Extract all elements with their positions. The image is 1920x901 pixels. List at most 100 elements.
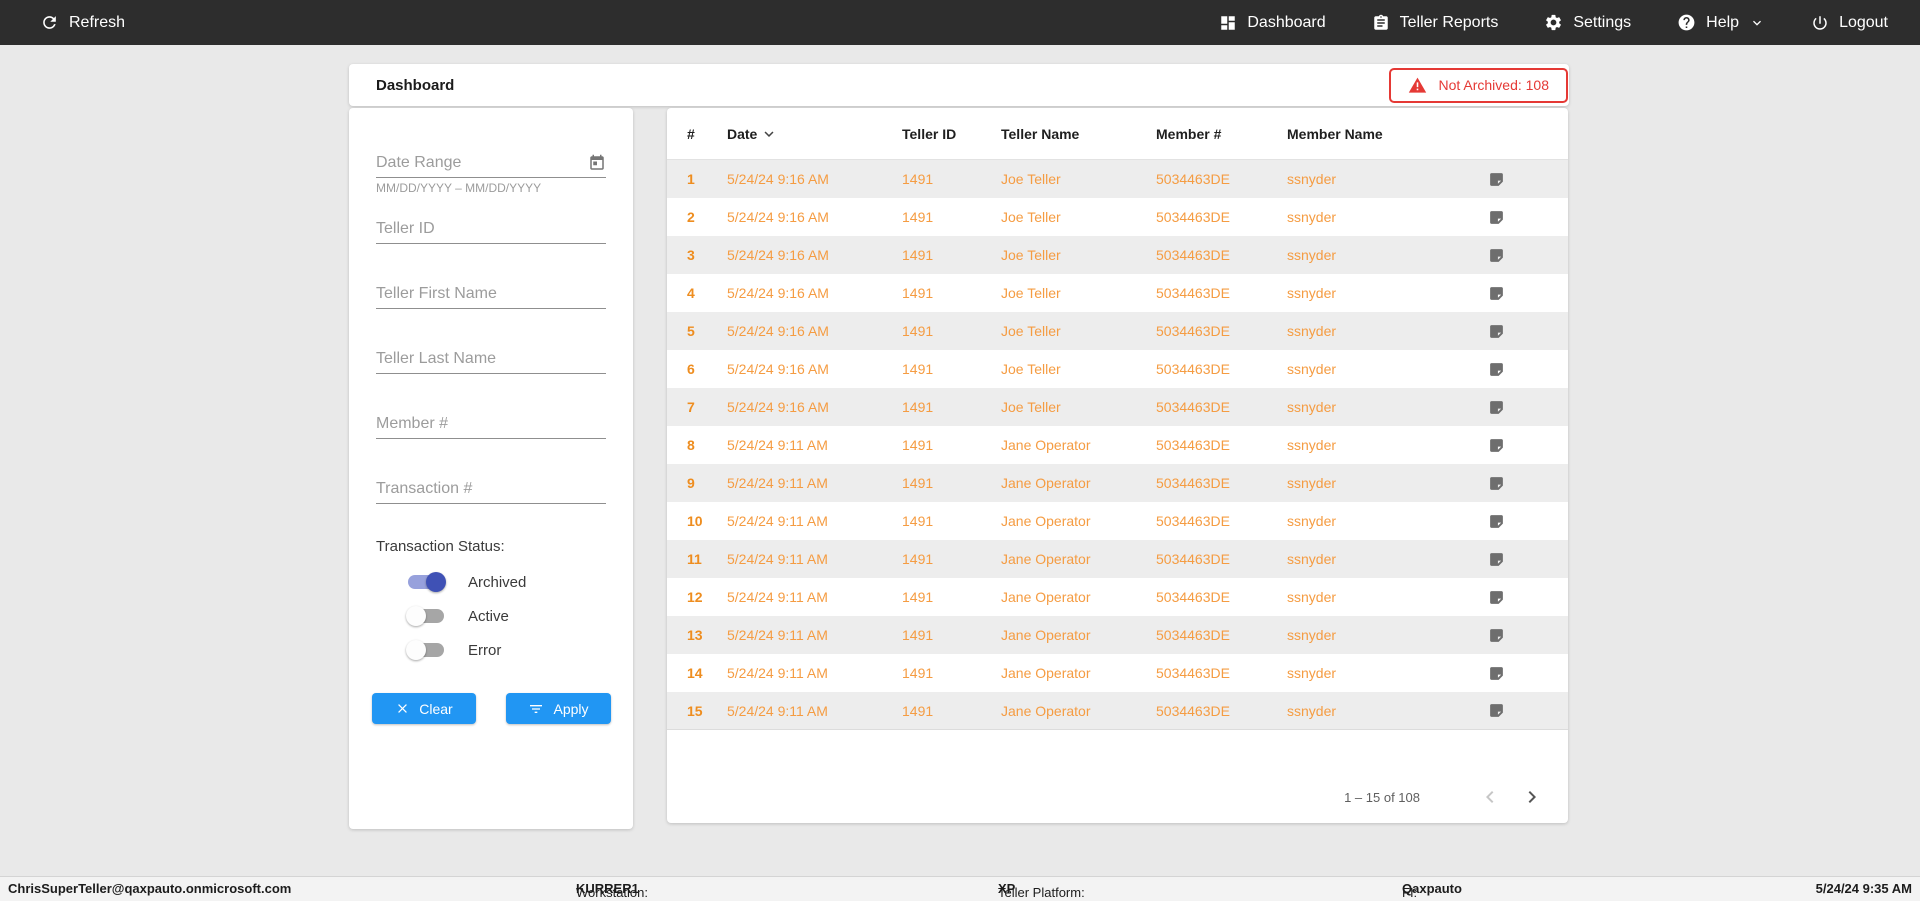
teller-name-cell: Jane Operator: [1001, 627, 1091, 643]
page-title: Dashboard: [376, 76, 455, 94]
date-cell: 5/24/24 9:16 AM: [727, 361, 829, 377]
date-range-input[interactable]: [376, 148, 606, 177]
table-row[interactable]: 11 5/24/24 9:11 AM 1491 Jane Operator 50…: [667, 540, 1568, 578]
next-page-button[interactable]: [1520, 785, 1544, 809]
table-row[interactable]: 13 5/24/24 9:11 AM 1491 Jane Operator 50…: [667, 616, 1568, 654]
note-icon[interactable]: [1476, 399, 1516, 416]
note-icon[interactable]: [1476, 702, 1516, 719]
member-name-cell: ssnyder: [1287, 551, 1337, 567]
note-icon[interactable]: [1476, 247, 1516, 264]
transaction-number-input[interactable]: [376, 474, 606, 503]
table-row[interactable]: 7 5/24/24 9:16 AM 1491 Joe Teller 503446…: [667, 388, 1568, 426]
table-row[interactable]: 8 5/24/24 9:11 AM 1491 Jane Operator 503…: [667, 426, 1568, 464]
date-range-field: [376, 148, 606, 178]
teller-name-cell: Jane Operator: [1001, 513, 1091, 529]
table-row[interactable]: 6 5/24/24 9:16 AM 1491 Joe Teller 503446…: [667, 350, 1568, 388]
note-icon[interactable]: [1476, 171, 1516, 188]
member-name-cell: ssnyder: [1287, 513, 1337, 529]
toggle-error[interactable]: Error: [406, 638, 501, 662]
row-number-cell: 15: [687, 702, 703, 719]
column-header-date-label: Date: [727, 125, 758, 142]
table-row[interactable]: 15 5/24/24 9:11 AM 1491 Jane Operator 50…: [667, 692, 1568, 730]
active-switch[interactable]: [406, 606, 444, 626]
note-icon[interactable]: [1476, 627, 1516, 644]
member-number-cell: 5034463DE: [1156, 551, 1230, 567]
table-row[interactable]: 3 5/24/24 9:16 AM 1491 Joe Teller 503446…: [667, 236, 1568, 274]
date-range-format-hint: MM/DD/YYYY – MM/DD/YYYY: [376, 181, 542, 195]
date-cell: 5/24/24 9:11 AM: [727, 513, 828, 529]
date-cell: 5/24/24 9:16 AM: [727, 171, 829, 187]
note-icon[interactable]: [1476, 475, 1516, 492]
teller-id-cell: 1491: [902, 361, 934, 377]
refresh-button[interactable]: Refresh: [40, 13, 125, 32]
nav-settings[interactable]: Settings: [1544, 13, 1631, 32]
member-name-cell: ssnyder: [1287, 475, 1337, 491]
clear-button[interactable]: Clear: [372, 693, 476, 724]
table-row[interactable]: 14 5/24/24 9:11 AM 1491 Jane Operator 50…: [667, 654, 1568, 692]
note-icon[interactable]: [1476, 361, 1516, 378]
calendar-button[interactable]: [588, 154, 606, 172]
member-number-cell: 5034463DE: [1156, 171, 1230, 187]
note-icon[interactable]: [1476, 513, 1516, 530]
table-body: 1 5/24/24 9:16 AM 1491 Joe Teller 503446…: [667, 160, 1568, 730]
apply-button[interactable]: Apply: [506, 693, 611, 724]
nav-help[interactable]: Help: [1677, 13, 1765, 32]
note-icon[interactable]: [1476, 209, 1516, 226]
row-number-cell: 13: [687, 627, 703, 643]
table-row[interactable]: 5 5/24/24 9:16 AM 1491 Joe Teller 503446…: [667, 312, 1568, 350]
note-icon[interactable]: [1476, 285, 1516, 302]
transactions-table-card: # Date Teller ID Teller Name Member # Me…: [667, 108, 1568, 823]
column-header-number: #: [687, 125, 695, 142]
nav-dashboard-label: Dashboard: [1247, 13, 1326, 31]
archived-switch[interactable]: [408, 572, 446, 592]
date-cell: 5/24/24 9:11 AM: [727, 437, 828, 453]
nav-teller-reports[interactable]: Teller Reports: [1372, 13, 1499, 32]
member-name-cell: ssnyder: [1287, 589, 1337, 605]
note-icon[interactable]: [1476, 589, 1516, 606]
member-number-cell: 5034463DE: [1156, 285, 1230, 301]
note-icon[interactable]: [1476, 551, 1516, 568]
member-number-input[interactable]: [376, 409, 606, 438]
clipboard-report-icon: [1372, 14, 1390, 32]
teller-first-name-input[interactable]: [376, 279, 606, 308]
row-number-cell: 1: [687, 171, 695, 187]
teller-last-name-input[interactable]: [376, 344, 606, 373]
member-number-cell: 5034463DE: [1156, 247, 1230, 263]
table-row[interactable]: 2 5/24/24 9:16 AM 1491 Joe Teller 503446…: [667, 198, 1568, 236]
row-number-cell: 4: [687, 285, 695, 301]
nav-settings-label: Settings: [1573, 13, 1632, 31]
table-row[interactable]: 12 5/24/24 9:11 AM 1491 Jane Operator 50…: [667, 578, 1568, 616]
table-row[interactable]: 1 5/24/24 9:16 AM 1491 Joe Teller 503446…: [667, 160, 1568, 198]
column-header-date[interactable]: Date: [727, 125, 902, 143]
gear-icon: [1544, 13, 1563, 32]
toggle-active[interactable]: Active: [406, 604, 509, 628]
note-icon[interactable]: [1476, 323, 1516, 340]
nav-dashboard[interactable]: Dashboard: [1219, 13, 1326, 32]
calendar-icon: [588, 154, 606, 172]
note-icon[interactable]: [1476, 665, 1516, 682]
error-switch[interactable]: [406, 640, 444, 660]
table-row[interactable]: 10 5/24/24 9:11 AM 1491 Jane Operator 50…: [667, 502, 1568, 540]
row-number-cell: 14: [687, 665, 703, 681]
table-row[interactable]: 4 5/24/24 9:16 AM 1491 Joe Teller 503446…: [667, 274, 1568, 312]
teller-name-cell: Joe Teller: [1001, 323, 1061, 339]
note-icon[interactable]: [1476, 437, 1516, 454]
close-icon: [395, 701, 410, 716]
sort-desc-icon: [760, 125, 778, 143]
table-header-row: # Date Teller ID Teller Name Member # Me…: [667, 108, 1568, 160]
toggle-archived[interactable]: Archived: [408, 570, 526, 594]
nav-logout[interactable]: Logout: [1811, 14, 1888, 32]
nav-teller-reports-label: Teller Reports: [1399, 13, 1499, 31]
teller-id-input[interactable]: [376, 214, 606, 243]
member-number-cell: 5034463DE: [1156, 665, 1230, 681]
table-row[interactable]: 9 5/24/24 9:11 AM 1491 Jane Operator 503…: [667, 464, 1568, 502]
date-cell: 5/24/24 9:11 AM: [727, 702, 828, 719]
teller-name-cell: Jane Operator: [1001, 589, 1091, 605]
row-number-cell: 10: [687, 513, 703, 529]
warning-triangle-icon: [1408, 76, 1427, 95]
teller-id-cell: 1491: [902, 475, 934, 491]
logged-in-user: ChrisSuperTeller@qaxpauto.onmicrosoft.co…: [8, 881, 292, 896]
platform-label: Teller Platform:: [998, 885, 1085, 900]
member-name-cell: ssnyder: [1287, 209, 1337, 225]
teller-id-cell: 1491: [902, 171, 934, 187]
